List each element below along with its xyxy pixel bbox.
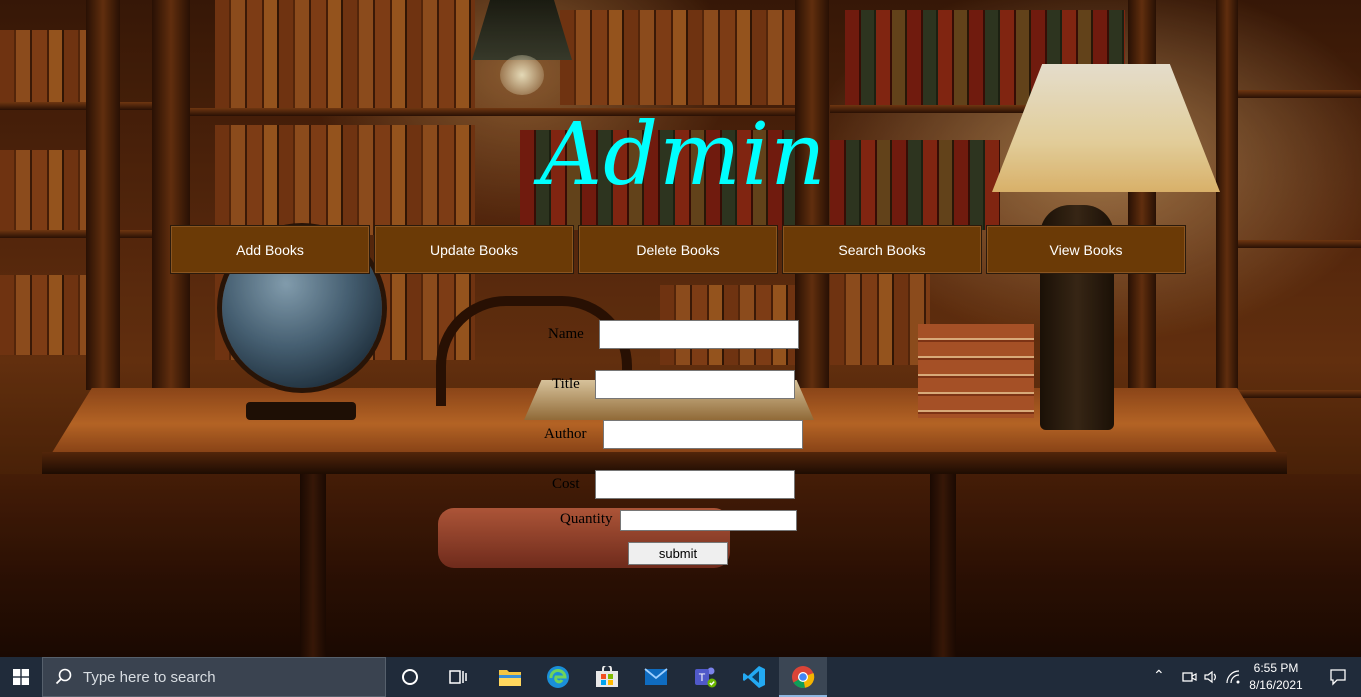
start-button[interactable] bbox=[0, 657, 42, 697]
taskbar-search-input[interactable]: Type here to search bbox=[42, 657, 386, 697]
edge-icon bbox=[547, 666, 569, 688]
task-view-button[interactable] bbox=[434, 657, 482, 697]
cost-label: Cost bbox=[552, 476, 580, 492]
vscode-icon bbox=[743, 666, 765, 688]
quantity-label: Quantity bbox=[560, 511, 613, 527]
update-books-button[interactable]: Update Books bbox=[374, 225, 574, 274]
submit-button[interactable]: submit bbox=[628, 542, 728, 565]
file-explorer-icon bbox=[499, 670, 521, 686]
clock-date: 8/16/2021 bbox=[1249, 678, 1303, 692]
view-books-button[interactable]: View Books bbox=[986, 225, 1186, 274]
title-label: Title bbox=[552, 376, 580, 392]
cortana-button[interactable] bbox=[386, 657, 434, 697]
name-field[interactable] bbox=[599, 320, 799, 349]
author-field[interactable] bbox=[603, 420, 803, 449]
nav-bar: Add Books Update Books Delete Books Sear… bbox=[170, 225, 1190, 275]
chrome-icon bbox=[792, 666, 815, 688]
taskbar: Type here to search T ⌃ 6:55 PM 8/16/202… bbox=[0, 657, 1361, 697]
clock-time: 6:55 PM bbox=[1253, 661, 1299, 675]
edge-button[interactable] bbox=[534, 657, 582, 697]
search-books-button[interactable]: Search Books bbox=[782, 225, 982, 274]
page-title: Admin bbox=[540, 105, 827, 205]
title-field[interactable] bbox=[595, 370, 795, 399]
chevron-up-icon[interactable]: ⌃ bbox=[1153, 667, 1165, 684]
add-books-button[interactable]: Add Books bbox=[170, 225, 370, 274]
volume-icon[interactable] bbox=[1203, 669, 1219, 685]
meet-now-icon[interactable] bbox=[1181, 669, 1197, 685]
author-label: Author bbox=[544, 426, 587, 442]
delete-books-button[interactable]: Delete Books bbox=[578, 225, 778, 274]
windows-logo-icon bbox=[13, 669, 29, 685]
file-explorer-button[interactable] bbox=[486, 657, 534, 697]
quantity-field[interactable] bbox=[620, 510, 797, 531]
teams-icon: T bbox=[695, 667, 717, 688]
name-label: Name bbox=[548, 326, 584, 342]
cost-field[interactable] bbox=[595, 470, 795, 499]
system-tray: ⌃ 6:55 PM 8/16/2021 bbox=[1141, 657, 1361, 697]
cortana-icon bbox=[402, 669, 418, 685]
vscode-button[interactable] bbox=[730, 657, 778, 697]
search-icon bbox=[55, 668, 72, 685]
notifications-icon[interactable] bbox=[1329, 668, 1347, 686]
mail-icon bbox=[644, 668, 668, 685]
taskbar-clock[interactable]: 6:55 PM 8/16/2021 bbox=[1245, 660, 1307, 694]
search-placeholder: Type here to search bbox=[83, 668, 216, 686]
svg-text:T: T bbox=[699, 672, 706, 684]
microsoft-store-button[interactable] bbox=[583, 657, 631, 697]
chrome-button[interactable] bbox=[779, 657, 827, 697]
teams-button[interactable]: T bbox=[681, 657, 729, 697]
wifi-icon[interactable] bbox=[1225, 669, 1241, 685]
task-view-icon bbox=[449, 670, 467, 684]
mail-button[interactable] bbox=[632, 657, 680, 697]
microsoft-store-icon bbox=[596, 666, 618, 687]
